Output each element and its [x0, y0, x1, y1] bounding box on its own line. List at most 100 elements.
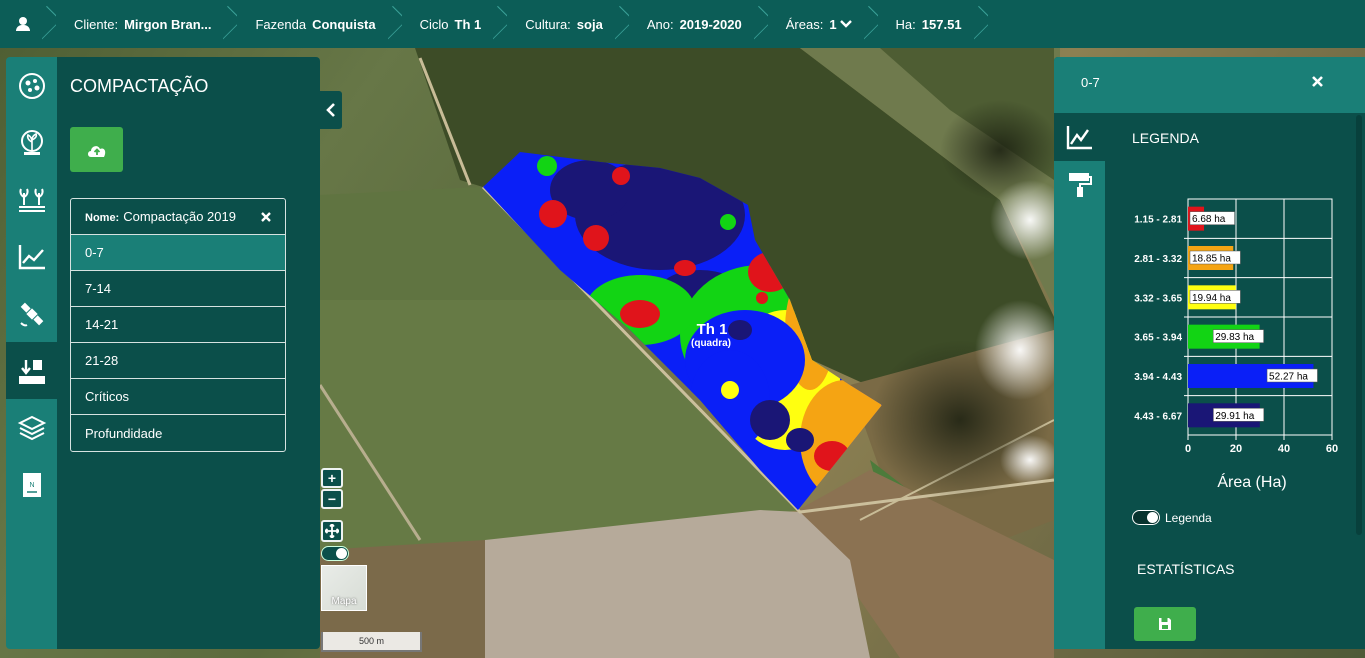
field-sublabel: (quadra) — [691, 338, 731, 349]
chart-x-axis-title: Área (Ha) — [1217, 472, 1286, 491]
scale-label: 500 m — [358, 636, 384, 646]
breadcrumb-ciclo[interactable]: Ciclo Th 1 — [396, 0, 502, 48]
save-icon — [1159, 618, 1171, 630]
soil-compaction-icon — [18, 359, 45, 384]
chart-x-tick-label: 60 — [1326, 443, 1338, 455]
zoom-in-button[interactable]: + — [321, 468, 343, 488]
list-item-7-14[interactable]: 7-14 — [71, 271, 285, 307]
sidebar-item-crop[interactable] — [6, 171, 57, 228]
dataset-name-value: Compactação 2019 — [123, 209, 236, 224]
panel-title: COMPACTAÇÃO — [70, 76, 209, 96]
list-item-profundidade[interactable]: Profundidade — [71, 415, 285, 451]
statistics-title: ESTATÍSTICAS — [1137, 561, 1235, 577]
legend-toggle[interactable]: Legenda — [1132, 510, 1212, 525]
list-item-21-28[interactable]: 21-28 — [71, 343, 285, 379]
svg-text:N: N — [29, 482, 34, 489]
chart-category-label: 3.94 - 4.43 — [1134, 372, 1182, 383]
sidebar-item-layers[interactable] — [6, 399, 57, 456]
chart-icon — [1066, 126, 1092, 150]
breadcrumb-ano[interactable]: Ano: 2019-2020 — [623, 0, 762, 48]
chart-x-tick-label: 40 — [1278, 443, 1290, 455]
legend-panel-scrollbar[interactable] — [1356, 115, 1362, 535]
chart-category-label: 4.43 - 6.67 — [1134, 411, 1182, 422]
chart-data-label: 6.68 ha — [1192, 214, 1226, 225]
basemap-switcher[interactable]: Mapa — [321, 565, 367, 611]
ano-value: 2019-2020 — [679, 16, 742, 32]
cliente-value: Mirgon Bran... — [124, 16, 212, 32]
zoom-out-button[interactable]: − — [321, 489, 343, 509]
sidebar-item-seed[interactable] — [6, 114, 57, 171]
chart-data-label: 52.27 ha — [1269, 372, 1308, 383]
cloud-upload-icon — [87, 145, 105, 157]
areas-label: Áreas: — [785, 16, 824, 32]
top-breadcrumb-bar: Cliente: Mirgon Bran... Fazenda Conquist… — [0, 0, 1365, 48]
chart-data-label: 29.83 ha — [1215, 332, 1254, 343]
close-icon[interactable] — [261, 211, 271, 222]
sidebar-item-charts[interactable] — [6, 228, 57, 285]
left-icon-sidebar: N — [6, 57, 57, 649]
sidebar-item-compaction[interactable] — [6, 342, 57, 399]
save-button[interactable] — [1134, 607, 1196, 641]
depth-list: Nome: Compactação 2019 0-7 7-14 14-21 21-… — [70, 198, 286, 452]
chart-data-label: 19.94 ha — [1192, 293, 1231, 304]
scale-bar: 500 m — [321, 632, 422, 652]
field-label[interactable]: Th 1 — [697, 321, 728, 338]
list-item-criticos[interactable]: Críticos — [71, 379, 285, 415]
ciclo-value: Th 1 — [454, 16, 482, 32]
chart-icon — [18, 244, 45, 269]
compaction-panel: COMPACTAÇÃO Nome: Compactação 2019 0-7 7-… — [57, 57, 320, 649]
collapse-panel-button[interactable] — [320, 91, 342, 129]
layers-icon — [17, 415, 46, 440]
sidebar-item-fields[interactable] — [6, 57, 57, 114]
dataset-name: Nome: Compactação 2019 — [85, 209, 236, 224]
legend-toggle-switch[interactable] — [1132, 510, 1160, 525]
breadcrumb-cultura[interactable]: Cultura: soja — [501, 0, 623, 48]
ciclo-label: Ciclo — [419, 16, 449, 32]
tab-style[interactable] — [1054, 161, 1105, 209]
upload-button[interactable] — [70, 127, 123, 172]
breadcrumb-cliente[interactable]: Cliente: Mirgon Bran... — [50, 0, 231, 48]
user-icon — [16, 17, 30, 31]
satellite-icon — [19, 302, 43, 326]
chevron-down-icon — [839, 20, 852, 28]
chart-x-tick-label: 20 — [1230, 443, 1242, 455]
fields-icon — [18, 72, 45, 99]
cliente-label: Cliente: — [74, 16, 119, 32]
legend-panel-header: 0-7 — [1054, 57, 1365, 113]
list-item-0-7[interactable]: 0-7 — [71, 235, 285, 271]
cultura-value: soja — [576, 16, 603, 32]
legend-panel: 0-7 LEGENDA 0 20 40 60 1.15 - 2.81 6.68 ha 2.8… — [1054, 57, 1365, 649]
sidebar-item-map-doc[interactable]: N — [6, 456, 57, 513]
chart-category-label: 1.15 - 2.81 — [1134, 215, 1182, 226]
legend-panel-tabs — [1054, 113, 1105, 649]
area-bar-chart: 0 20 40 60 1.15 - 2.81 6.68 ha 2.81 - 3.32 18.8… — [1134, 198, 1338, 491]
fazenda-value: Conquista — [312, 16, 376, 32]
breadcrumb-ha: Ha: 157.51 — [872, 0, 982, 48]
user-menu[interactable] — [0, 0, 50, 48]
dataset-name-label: Nome: — [85, 212, 120, 224]
legend-title: LEGENDA — [1132, 130, 1199, 146]
map-layer-toggle[interactable] — [321, 546, 349, 561]
chart-data-label: 18.85 ha — [1192, 254, 1231, 265]
sidebar-item-satellite[interactable] — [6, 285, 57, 342]
ha-value: 157.51 — [921, 16, 962, 32]
chart-category-label: 3.65 - 3.94 — [1134, 333, 1182, 344]
legend-toggle-label: Legenda — [1165, 510, 1212, 525]
list-item-14-21[interactable]: 14-21 — [71, 307, 285, 343]
chart-category-label: 2.81 - 3.32 — [1134, 254, 1182, 265]
chart-category-label: 3.32 - 3.65 — [1134, 293, 1182, 304]
map-document-icon: N — [22, 472, 41, 497]
cultura-label: Cultura: — [525, 16, 571, 32]
legend-panel-title: 0-7 — [1081, 75, 1100, 90]
ano-label: Ano: — [646, 16, 674, 32]
paint-roller-icon — [1068, 173, 1092, 197]
chevron-left-icon — [326, 103, 335, 117]
seed-icon — [20, 129, 43, 155]
pan-button[interactable] — [321, 520, 343, 542]
breadcrumb-areas[interactable]: Áreas: 1 — [762, 0, 872, 48]
tab-chart[interactable] — [1054, 113, 1105, 161]
breadcrumb-fazenda[interactable]: Fazenda Conquista — [231, 0, 395, 48]
move-arrows-icon — [325, 524, 339, 538]
close-panel-button[interactable] — [1312, 74, 1323, 92]
chart-x-tick-label: 0 — [1185, 443, 1191, 455]
